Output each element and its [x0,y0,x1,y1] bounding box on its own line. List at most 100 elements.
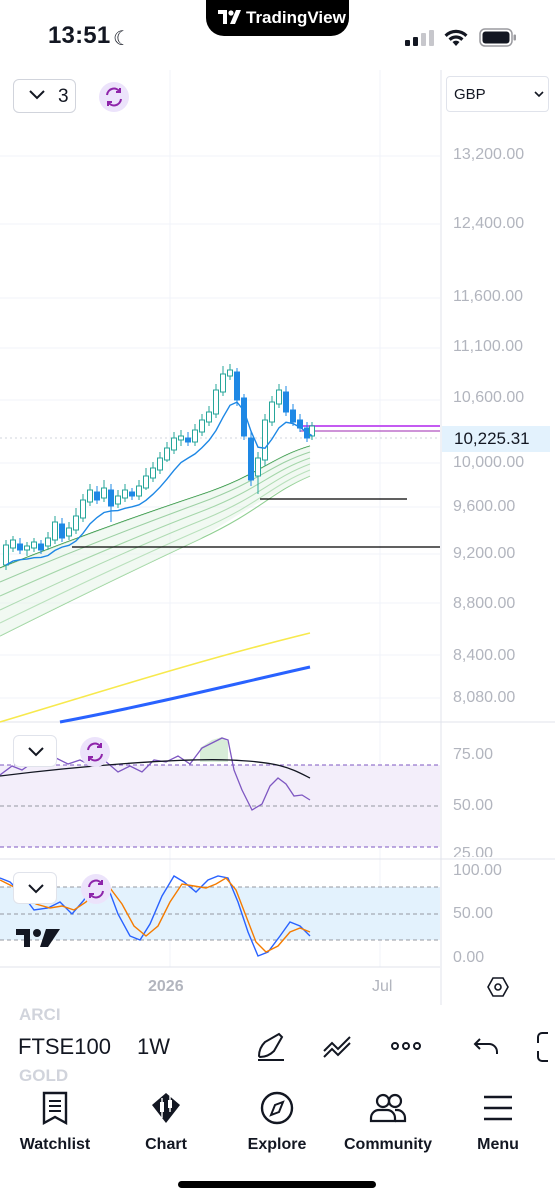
candle-body[interactable] [10,539,16,549]
candle-body[interactable] [45,537,51,547]
candle-body[interactable] [248,437,254,481]
candle-body[interactable] [17,543,23,551]
candle-body[interactable] [150,467,156,479]
price-axis-label: 8,400.00 [453,647,516,664]
price-axis-label: 10,000.00 [453,454,525,471]
candle-body[interactable] [143,475,149,489]
sync-icon [87,742,103,762]
rsi-collapse-button[interactable] [13,735,57,767]
chart-area[interactable]: 3 GBP 13,200.00 12,400.00 11,600.00 11,1… [0,70,555,1005]
candle-body[interactable] [178,435,184,441]
tab-label: Chart [145,1136,187,1153]
candle-body[interactable] [101,487,107,499]
candle-body[interactable] [227,369,233,377]
candle-body[interactable] [255,457,261,477]
battery-icon [479,28,516,47]
price-axis-label: 8,800.00 [453,595,516,612]
candle-body[interactable] [73,515,79,531]
candle-body[interactable] [185,437,191,443]
bottom-tab-bar: Watchlist Chart Explore Community Menu [0,1085,555,1200]
tab-label: Menu [477,1136,519,1153]
chevron-down-icon [28,884,44,894]
candle-body[interactable] [192,429,198,443]
candle-body[interactable] [164,447,170,461]
price-axis-label: 9,200.00 [453,545,516,562]
tab-chart[interactable]: Chart [132,1091,200,1154]
fullscreen-icon[interactable] [534,1029,555,1063]
watchlist-icon [42,1091,68,1126]
price-axis-label: 8,080.00 [453,689,516,706]
candle-body[interactable] [213,389,219,415]
candle-body[interactable] [129,491,135,497]
sync-icon [106,87,122,107]
candle-body[interactable] [66,527,72,537]
price-axis-label: 12,400.00 [453,215,525,232]
pane-interval-toggle[interactable]: 3 [13,79,76,113]
draw-pen-icon[interactable] [254,1029,288,1063]
watchlist-prev-symbol[interactable]: ARCI [19,1005,61,1025]
price-axis-label: 11,600.00 [453,288,523,305]
symbol-toolbar: ARCI FTSE100 1W GOLD [0,1005,555,1085]
candle-body[interactable] [24,545,30,551]
tab-label: Explore [247,1136,307,1153]
tab-label: Watchlist [19,1136,91,1153]
sync-icon [88,879,104,899]
candle-body[interactable] [269,401,275,423]
undo-icon[interactable] [470,1029,504,1063]
candle-body[interactable] [234,371,240,401]
rsi-axis-label: 75.00 [453,746,494,763]
candle-body[interactable] [171,437,177,451]
moon-icon: ☾ [113,28,131,50]
candle-body[interactable] [94,491,100,501]
current-price-badge: 10,225.31 [442,426,550,452]
candle-body[interactable] [31,541,37,549]
currency-select[interactable]: GBP [446,76,549,112]
candle-body[interactable] [199,419,205,433]
time-axis-label: Jul [372,978,393,995]
compass-icon [260,1091,294,1125]
stoch-collapse-button[interactable] [13,872,57,904]
sync-button[interactable] [99,82,129,112]
tab-menu[interactable]: Menu [470,1091,526,1154]
candle-body[interactable] [283,391,289,413]
signal-icon [405,30,434,46]
candle-body[interactable] [290,409,296,423]
candle-body[interactable] [206,411,212,423]
candle-body[interactable] [136,485,142,497]
candle-body[interactable] [59,523,65,539]
tradingview-watermark-icon [16,929,60,947]
tab-label: Community [344,1136,432,1153]
price-axis-label: 9,600.00 [453,498,516,515]
price-axis-label: 10,600.00 [453,389,525,406]
candle-body[interactable] [122,489,128,499]
time-axis-label: 2026 [148,978,184,995]
candle-body[interactable] [115,495,121,505]
candle-body[interactable] [87,489,93,503]
candle-body[interactable] [3,544,9,566]
chevron-down-icon [534,91,544,98]
community-icon [369,1093,407,1123]
tab-watchlist[interactable]: Watchlist [15,1091,95,1154]
stoch-axis-label: 50.00 [453,905,494,922]
interval-selector[interactable]: 1W [137,1034,170,1060]
tab-explore[interactable]: Explore [242,1091,312,1154]
candle-body[interactable] [52,521,58,541]
indicators-icon[interactable] [322,1029,356,1063]
candle-body[interactable] [80,499,86,519]
candle-body[interactable] [108,489,114,507]
candle-body[interactable] [262,419,268,461]
tab-community[interactable]: Community [340,1091,436,1154]
watchlist-next-symbol[interactable]: GOLD [19,1066,68,1086]
stoch-sync-button[interactable] [81,874,111,904]
price-axis-label: 11,100.00 [453,338,523,355]
candle-body[interactable] [38,543,44,551]
more-icon[interactable] [389,1029,423,1063]
candle-body[interactable] [157,457,163,471]
rsi-sync-button[interactable] [80,737,110,767]
pane-interval-count: 3 [58,86,69,107]
symbol-name[interactable]: FTSE100 [18,1034,114,1060]
currency-value: GBP [454,86,486,103]
chart-settings-icon[interactable] [486,975,510,999]
candle-body[interactable] [220,373,226,393]
candle-body[interactable] [276,389,282,405]
